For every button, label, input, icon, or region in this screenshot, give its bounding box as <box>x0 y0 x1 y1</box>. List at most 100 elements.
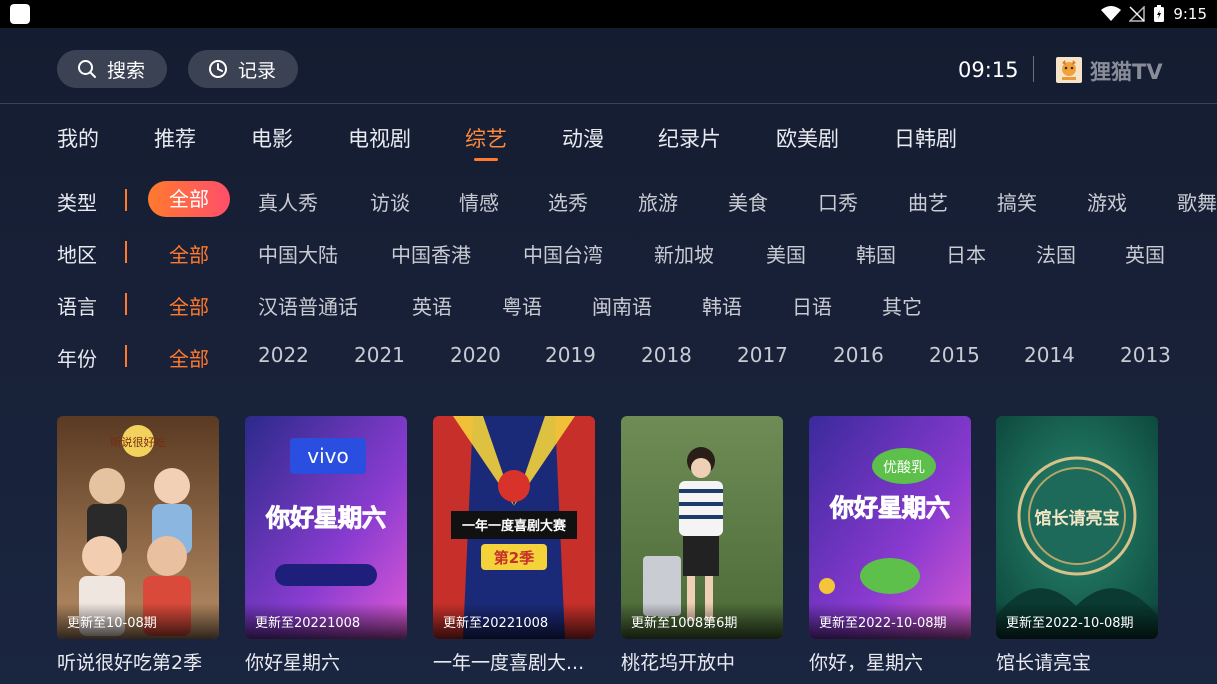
filter-option[interactable]: 真人秀 <box>258 187 318 216</box>
show-title: 馆长请亮宝 <box>996 652 1092 674</box>
filter-option[interactable]: 2017 <box>737 343 788 367</box>
search-button[interactable]: 搜索 <box>57 50 167 88</box>
filter-label: 年份 <box>57 347 97 371</box>
filter-option[interactable]: 英国 <box>1125 239 1165 268</box>
filter-option[interactable]: 美食 <box>728 187 768 216</box>
filter-option[interactable]: 2016 <box>833 343 884 367</box>
filter-option[interactable]: 全部 <box>169 291 209 320</box>
show-card[interactable]: 一年一度喜剧大赛 第2季 更新至20221008 <box>433 416 595 639</box>
filter-option[interactable]: 访谈 <box>370 187 410 216</box>
filter-option[interactable]: 日语 <box>792 291 832 320</box>
show-title: 你好，星期六 <box>809 652 924 674</box>
filter-divider <box>125 241 127 263</box>
filter-option[interactable]: 旅游 <box>638 187 678 216</box>
poster-text: 你好星期六 <box>829 494 950 522</box>
tab-documentary[interactable]: 纪录片 <box>658 123 721 153</box>
filter-option[interactable]: 歌舞 <box>1177 187 1217 216</box>
filter-option[interactable]: 全部 <box>148 181 230 217</box>
filter-option[interactable]: 2013 <box>1120 343 1171 367</box>
filter-option[interactable]: 2014 <box>1024 343 1075 367</box>
filter-option[interactable]: 2019 <box>545 343 596 367</box>
poster-text: 听说很好吃 <box>111 435 166 449</box>
app-notification-icon <box>10 4 30 24</box>
filter-option[interactable]: 选秀 <box>548 187 588 216</box>
status-bar: 9:15 <box>0 0 1217 28</box>
filter-option[interactable]: 曲艺 <box>908 187 948 216</box>
search-label: 搜索 <box>107 59 146 82</box>
clock-icon <box>209 60 227 78</box>
update-caption: 更新至10-08期 <box>57 603 219 639</box>
filter-option[interactable]: 新加坡 <box>654 239 714 268</box>
tab-jp-kr-drama[interactable]: 日韩剧 <box>894 123 957 153</box>
update-caption: 更新至20221008 <box>245 603 407 639</box>
filter-option[interactable]: 全部 <box>169 343 209 372</box>
filter-divider <box>125 345 127 367</box>
tab-western-drama[interactable]: 欧美剧 <box>776 123 839 153</box>
filter-row-type: 类型 全部 真人秀 访谈 情感 选秀 旅游 美食 口秀 曲艺 搞笑 游戏 歌舞 <box>57 181 1217 217</box>
header: 搜索 记录 09:15 狸猫TV <box>0 28 1217 104</box>
filter-option[interactable]: 法国 <box>1036 239 1076 268</box>
filter-label: 类型 <box>57 191 97 215</box>
header-divider <box>1033 56 1034 82</box>
filter-option[interactable]: 2018 <box>641 343 692 367</box>
filter-row-language: 语言 全部 汉语普通话 英语 粤语 闽南语 韩语 日语 其它 <box>57 285 1217 321</box>
tab-mine[interactable]: 我的 <box>57 123 99 153</box>
history-button[interactable]: 记录 <box>188 50 298 88</box>
filter-divider <box>125 293 127 315</box>
filter-divider <box>125 189 127 211</box>
show-title: 你好星期六 <box>245 652 341 674</box>
filter-option[interactable]: 粤语 <box>502 291 542 320</box>
poster-badge: 优酸乳 <box>883 460 925 476</box>
tab-anime[interactable]: 动漫 <box>562 123 604 153</box>
update-text: 更新至1008第6期 <box>631 616 738 631</box>
filter-label: 地区 <box>57 243 97 267</box>
filter-option[interactable]: 汉语普通话 <box>258 291 358 320</box>
filter-row-region: 地区 全部 中国大陆 中国香港 中国台湾 新加坡 美国 韩国 日本 法国 英国 <box>57 233 1217 269</box>
show-card[interactable]: 更新至1008第6期 <box>621 416 783 639</box>
show-card[interactable]: 馆长请亮宝 更新至2022-10-08期 <box>996 416 1158 639</box>
poster-badge: vivo <box>307 444 348 468</box>
filter-option[interactable]: 日本 <box>946 239 986 268</box>
update-caption: 更新至2022-10-08期 <box>809 603 971 639</box>
filter-option[interactable]: 中国台湾 <box>523 239 603 268</box>
update-text: 更新至2022-10-08期 <box>1006 616 1134 631</box>
filter-option[interactable]: 美国 <box>766 239 806 268</box>
filter-option[interactable]: 2020 <box>450 343 501 367</box>
history-label: 记录 <box>238 59 277 82</box>
update-text: 更新至2022-10-08期 <box>819 616 947 631</box>
show-title: 一年一度喜剧大... <box>433 652 585 674</box>
tab-recommend[interactable]: 推荐 <box>154 123 196 153</box>
update-caption: 更新至2022-10-08期 <box>996 603 1158 639</box>
filter-option[interactable]: 搞笑 <box>997 187 1037 216</box>
header-clock: 09:15 <box>958 58 1019 82</box>
tab-tv-series[interactable]: 电视剧 <box>348 123 411 153</box>
show-card[interactable]: 听说很好吃 更新至10-08期 <box>57 416 219 639</box>
no-signal-icon <box>1129 6 1146 22</box>
filter-option[interactable]: 2015 <box>929 343 980 367</box>
filter-option[interactable]: 游戏 <box>1087 187 1127 216</box>
brand-logo-icon <box>1056 57 1082 83</box>
filter-option[interactable]: 其它 <box>882 291 922 320</box>
update-text: 更新至10-08期 <box>67 616 157 631</box>
show-card[interactable]: vivo 你好星期六 更新至20221008 <box>245 416 407 639</box>
filter-option[interactable]: 全部 <box>169 239 209 268</box>
poster-subtext: 第2季 <box>494 549 534 567</box>
filter-option[interactable]: 中国香港 <box>391 239 471 268</box>
show-card[interactable]: 优酸乳 你好星期六 更新至2022-10-08期 <box>809 416 971 639</box>
filter-option[interactable]: 口秀 <box>818 187 858 216</box>
battery-icon <box>1154 5 1165 22</box>
tab-variety[interactable]: 综艺 <box>465 123 507 153</box>
filter-option[interactable]: 英语 <box>412 291 452 320</box>
filter-option[interactable]: 韩语 <box>702 291 742 320</box>
update-text: 更新至20221008 <box>443 616 549 631</box>
filter-option[interactable]: 2022 <box>258 343 309 367</box>
active-tab-indicator <box>474 158 498 161</box>
show-title: 听说很好吃第2季 <box>57 652 203 674</box>
filter-option[interactable]: 中国大陆 <box>258 239 338 268</box>
tab-movies[interactable]: 电影 <box>251 123 293 153</box>
poster-text: 你好星期六 <box>265 504 386 532</box>
filter-option[interactable]: 韩国 <box>856 239 896 268</box>
filter-option[interactable]: 闽南语 <box>592 291 652 320</box>
filter-option[interactable]: 情感 <box>459 187 499 216</box>
filter-option[interactable]: 2021 <box>354 343 405 367</box>
